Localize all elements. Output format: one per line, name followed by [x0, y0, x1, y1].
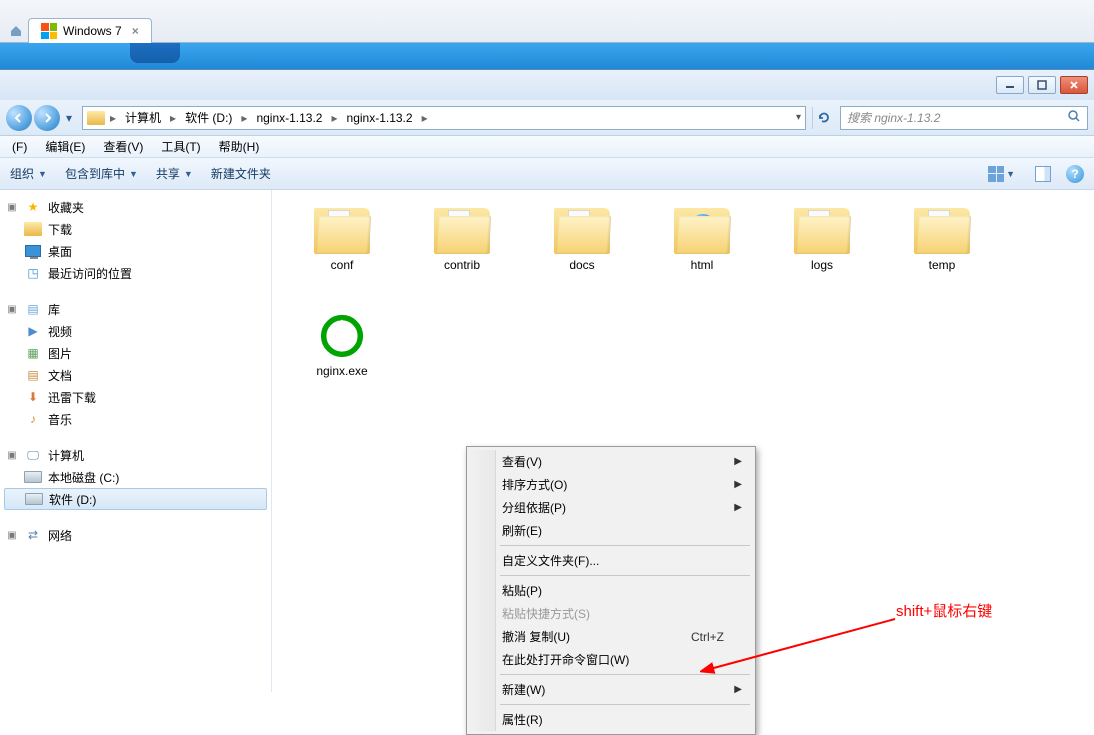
minimize-button[interactable]	[996, 76, 1024, 94]
desktop-background-strip	[0, 43, 1094, 69]
preview-pane-button[interactable]	[1030, 163, 1056, 185]
sidebar-item-drive-c[interactable]: 本地磁盘 (C:)	[0, 466, 271, 488]
folder-logs[interactable]: logs	[782, 208, 862, 272]
vm-tab[interactable]: Windows 7 ×	[28, 18, 152, 43]
search-icon	[1067, 109, 1081, 126]
sidebar-item-pictures[interactable]: ▦图片	[0, 342, 271, 364]
sidebar-item-recent[interactable]: ◳最近访问的位置	[0, 262, 271, 284]
menu-file[interactable]: (F)	[4, 138, 35, 156]
explorer-window: ▾ ▸ 计算机 ▸ 软件 (D:) ▸ nginx-1.13.2 ▸ nginx…	[0, 69, 1094, 692]
sidebar-item-video[interactable]: ▶视频	[0, 320, 271, 342]
ctx-group[interactable]: 分组依据(P)▶	[470, 496, 752, 519]
vm-sidebar-icons	[3, 0, 28, 42]
sidebar-libraries[interactable]: ▣▤库	[0, 298, 271, 320]
vm-tab-title: Windows 7	[63, 24, 122, 38]
folder-contrib[interactable]: contrib	[422, 208, 502, 272]
ctx-paste[interactable]: 粘贴(P)	[470, 579, 752, 602]
ctx-customize[interactable]: 自定义文件夹(F)...	[470, 549, 752, 572]
address-dropdown-icon[interactable]: ▾	[796, 112, 801, 123]
ctx-sort[interactable]: 排序方式(O)▶	[470, 473, 752, 496]
sidebar-item-desktop[interactable]: 桌面	[0, 240, 271, 262]
refresh-button[interactable]	[812, 107, 834, 129]
search-input[interactable]: 搜索 nginx-1.13.2	[840, 106, 1088, 130]
folder-html[interactable]: html	[662, 208, 742, 272]
menu-view[interactable]: 查看(V)	[95, 136, 151, 157]
folder-icon	[87, 111, 105, 125]
close-button[interactable]	[1060, 76, 1088, 94]
menu-edit[interactable]: 编辑(E)	[37, 136, 93, 157]
sidebar-item-downloads[interactable]: 下载	[0, 218, 271, 240]
sidebar-item-drive-d[interactable]: 软件 (D:)	[4, 488, 267, 510]
nav-back-button[interactable]	[6, 105, 32, 131]
crumb-folder1[interactable]: nginx-1.13.2	[252, 111, 326, 125]
windows-icon	[41, 23, 57, 39]
items-grid: conf contrib docs html logs	[272, 190, 1094, 396]
ctx-view[interactable]: 查看(V)▶	[470, 450, 752, 473]
sidebar-item-music[interactable]: ♪音乐	[0, 408, 271, 430]
help-icon[interactable]: ?	[1066, 165, 1084, 183]
folder-temp[interactable]: temp	[902, 208, 982, 272]
crumb-computer[interactable]: 计算机	[121, 109, 165, 126]
folder-conf[interactable]: conf	[302, 208, 382, 272]
file-nginx-exe[interactable]: nginx.exe	[302, 312, 382, 378]
nginx-exe-icon	[318, 312, 366, 360]
window-titlebar[interactable]	[0, 70, 1094, 100]
folder-docs[interactable]: docs	[542, 208, 622, 272]
crumb-folder2[interactable]: nginx-1.13.2	[343, 111, 417, 125]
nav-forward-button[interactable]	[34, 105, 60, 131]
view-mode-button[interactable]: ▼	[983, 163, 1020, 185]
toolbar-include-library[interactable]: 包含到库中 ▼	[65, 165, 138, 182]
annotation-text: shift+鼠标右键	[896, 600, 992, 621]
vm-tab-bar: Windows 7 ×	[0, 0, 1094, 43]
navigation-sidebar: ▣★收藏夹 下载 桌面 ◳最近访问的位置 ▣▤库 ▶视频 ▦图片 ▤文档 ⬇迅雷…	[0, 190, 272, 692]
toolbar-new-folder[interactable]: 新建文件夹	[211, 165, 271, 182]
ctx-properties[interactable]: 属性(R)	[470, 708, 752, 731]
home-icon[interactable]	[9, 24, 23, 38]
sidebar-network[interactable]: ▣⇄网络	[0, 524, 271, 546]
menu-tools[interactable]: 工具(T)	[153, 136, 208, 157]
maximize-button[interactable]	[1028, 76, 1056, 94]
ctx-refresh[interactable]: 刷新(E)	[470, 519, 752, 542]
sidebar-favorites[interactable]: ▣★收藏夹	[0, 196, 271, 218]
nav-history-dropdown[interactable]: ▾	[62, 111, 76, 125]
search-placeholder: 搜索 nginx-1.13.2	[847, 109, 940, 126]
address-bar[interactable]: ▸ 计算机 ▸ 软件 (D:) ▸ nginx-1.13.2 ▸ nginx-1…	[82, 106, 806, 130]
toolbar-organize[interactable]: 组织 ▼	[10, 165, 47, 182]
sidebar-item-xunlei[interactable]: ⬇迅雷下载	[0, 386, 271, 408]
menu-bar: (F) 编辑(E) 查看(V) 工具(T) 帮助(H)	[0, 136, 1094, 158]
crumb-drive[interactable]: 软件 (D:)	[181, 109, 236, 126]
menu-help[interactable]: 帮助(H)	[211, 136, 268, 157]
toolbar-share[interactable]: 共享 ▼	[156, 165, 193, 182]
sidebar-computer[interactable]: ▣🖵计算机	[0, 444, 271, 466]
toolbar: 组织 ▼ 包含到库中 ▼ 共享 ▼ 新建文件夹 ▼ ?	[0, 158, 1094, 190]
annotation-arrow	[700, 614, 900, 684]
address-row: ▾ ▸ 计算机 ▸ 软件 (D:) ▸ nginx-1.13.2 ▸ nginx…	[0, 100, 1094, 136]
sidebar-item-documents[interactable]: ▤文档	[0, 364, 271, 386]
tab-close-icon[interactable]: ×	[132, 24, 139, 38]
